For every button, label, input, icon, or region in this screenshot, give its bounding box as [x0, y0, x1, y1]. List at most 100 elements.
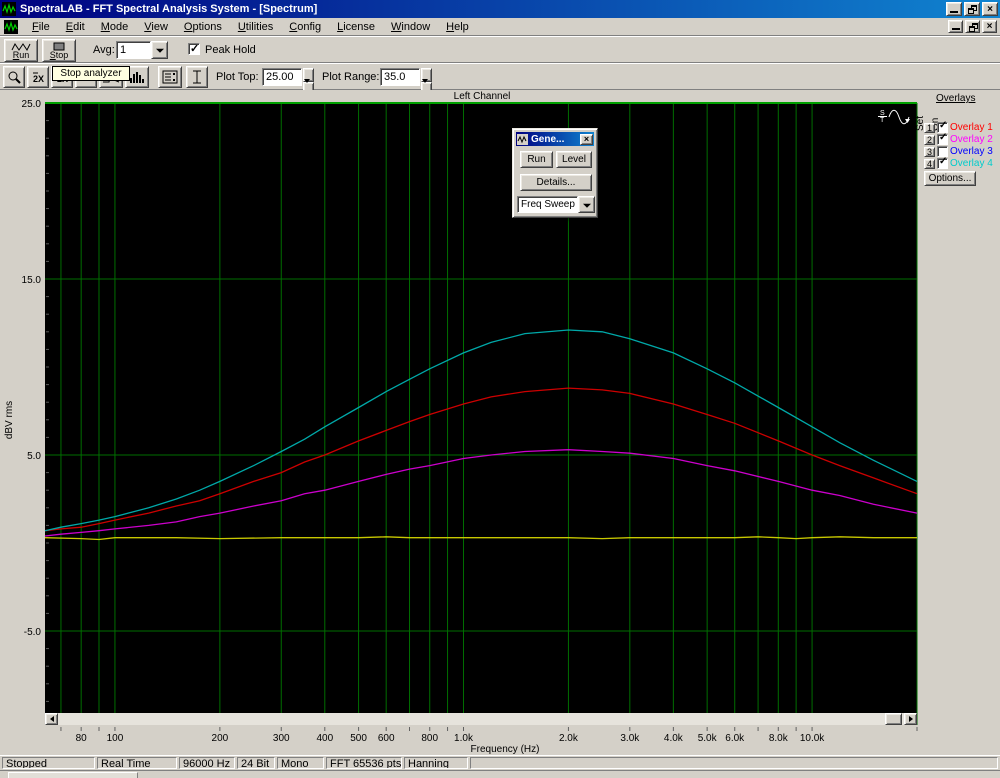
x-tick-label: 500 [350, 733, 367, 744]
overlay-3-set-button[interactable]: 3 [924, 147, 935, 157]
avg-dropdown-button[interactable] [151, 41, 168, 59]
status-run-state: Stopped [2, 757, 95, 769]
bar-chart-icon [128, 70, 146, 84]
plot-range-spinner[interactable] [421, 68, 432, 86]
peak-hold-checkbox[interactable] [188, 43, 200, 55]
overlay-options-button[interactable]: Options... [924, 171, 976, 186]
plot-top-label: Plot Top: [216, 71, 259, 83]
overlay-4-checkbox[interactable] [937, 158, 948, 169]
overlay-2-checkbox[interactable] [937, 134, 948, 145]
overlay-1-set-button[interactable]: 1 [924, 123, 935, 133]
run-button[interactable]: Run [4, 39, 38, 62]
chart-area: Left Channel 25.015.05.0-5.0801002003004… [0, 90, 1000, 755]
generator-mode-combobox[interactable]: Freq Sweep [517, 196, 595, 213]
list-settings-icon [162, 70, 178, 84]
overlay-4-set-button[interactable]: 4 [924, 159, 935, 169]
overlay-3-label: Overlay 3 [950, 146, 993, 157]
generator-close-button[interactable]: × [580, 134, 593, 145]
document-icon[interactable] [4, 20, 18, 34]
overlay-2-label: Overlay 2 [950, 134, 993, 145]
scroll-thumb[interactable] [885, 713, 902, 725]
overlay-row-2: 2 Overlay 2 [924, 134, 993, 145]
generator-dialog[interactable]: Gene... × Run Level Details... Freq Swee… [512, 128, 598, 218]
x-tick-label: 1.0k [454, 733, 474, 744]
stop-button[interactable]: Stop [42, 39, 76, 62]
menu-utilities[interactable]: Utilities [230, 19, 281, 35]
horizontal-scrollbar[interactable] [45, 713, 917, 725]
marker-button[interactable] [186, 66, 208, 88]
zoom-in-2x-icon: 2X [30, 70, 46, 84]
x-tick-label: 400 [316, 733, 333, 744]
restore-button[interactable] [964, 2, 980, 16]
minimize-icon [950, 11, 958, 13]
status-window-function: Hanning [404, 757, 468, 769]
menu-file[interactable]: File [24, 19, 58, 35]
title-bar[interactable]: SpectraLAB - FFT Spectral Analysis Syste… [0, 0, 1000, 18]
secondary-toolbar: 2X 2X Plot Top: Plot Range: [0, 63, 1000, 90]
menu-window[interactable]: Window [383, 19, 438, 35]
mdi-close-icon: × [987, 21, 993, 32]
arrow-right-icon [909, 716, 913, 722]
main-toolbar: Run Stop Avg: 1 Peak Hold [0, 36, 1000, 63]
overlay-4-label: Overlay 4 [950, 158, 993, 169]
menu-config[interactable]: Config [281, 19, 329, 35]
plot-top-spinner[interactable] [303, 68, 314, 86]
close-icon: × [584, 134, 589, 144]
mdi-minimize-icon [952, 28, 960, 30]
x-tick-label: 300 [273, 733, 290, 744]
plot-top-input[interactable] [262, 68, 302, 86]
chevron-down-icon [583, 203, 591, 207]
svg-text:S: S [880, 110, 885, 117]
x-tick-label: 2.0k [559, 733, 579, 744]
generator-details-button[interactable]: Details... [520, 174, 592, 191]
x-tick-label: 6.0k [725, 733, 745, 744]
overlay-2-set-button[interactable]: 2 [924, 135, 935, 145]
generator-dialog-titlebar[interactable]: Gene... × [516, 132, 594, 146]
overlays-title[interactable]: Overlays [936, 93, 975, 104]
svg-text:2X: 2X [33, 74, 44, 84]
x-tick-label: 5.0k [698, 733, 718, 744]
status-channels: Mono [277, 757, 324, 769]
mdi-restore-button[interactable] [965, 20, 980, 33]
spectrum-plot[interactable]: 25.015.05.0-5.0801002003004005006008001.… [0, 90, 1000, 755]
x-tick-label: 200 [212, 733, 229, 744]
generator-run-button[interactable]: Run [520, 151, 553, 168]
zoom-button[interactable] [3, 66, 25, 88]
x-tick-label: 800 [421, 733, 438, 744]
x-tick-label: 3.0k [620, 733, 640, 744]
x-axis-title: Frequency (Hz) [471, 744, 540, 755]
settings-button[interactable] [158, 66, 182, 88]
status-fft-size: FFT 65536 pts [326, 757, 402, 769]
mdi-close-button[interactable]: × [982, 20, 997, 33]
minimize-button[interactable] [946, 2, 962, 16]
generator-mode-dropdown[interactable] [578, 196, 595, 213]
status-spacer [470, 757, 998, 769]
status-bar: Stopped Real Time 96000 Hz 24 Bit Mono F… [0, 755, 1000, 770]
y-tick-label: 15.0 [22, 275, 42, 286]
menu-view[interactable]: View [136, 19, 176, 35]
menu-license[interactable]: License [329, 19, 383, 35]
mdi-minimize-button[interactable] [948, 20, 963, 33]
overlay-1-label: Overlay 1 [950, 122, 993, 133]
mdi-restore-icon [969, 23, 978, 32]
menu-help[interactable]: Help [438, 19, 477, 35]
app-icon [2, 2, 16, 16]
scroll-right-button[interactable] [904, 713, 917, 725]
close-button[interactable]: × [982, 2, 998, 16]
generator-mode-value: Freq Sweep [517, 196, 578, 213]
menu-mode[interactable]: Mode [93, 19, 137, 35]
scroll-left-button[interactable] [45, 713, 58, 725]
restore-icon [968, 5, 977, 14]
menu-edit[interactable]: Edit [58, 19, 93, 35]
window-title: SpectraLAB - FFT Spectral Analysis Syste… [20, 3, 946, 15]
zoom-in-2x-button[interactable]: 2X [27, 66, 49, 88]
menu-options[interactable]: Options [176, 19, 230, 35]
generator-level-button[interactable]: Level [556, 151, 592, 168]
avg-combobox[interactable]: 1 [116, 41, 168, 59]
overlay-row-4: 4 Overlay 4 [924, 158, 993, 169]
x-tick-label: 100 [107, 733, 124, 744]
y-tick-label: 5.0 [27, 451, 41, 462]
plot-range-input[interactable] [380, 68, 420, 86]
minimized-window-stub[interactable] [8, 772, 138, 778]
tooltip: Stop analyzer [52, 66, 130, 81]
